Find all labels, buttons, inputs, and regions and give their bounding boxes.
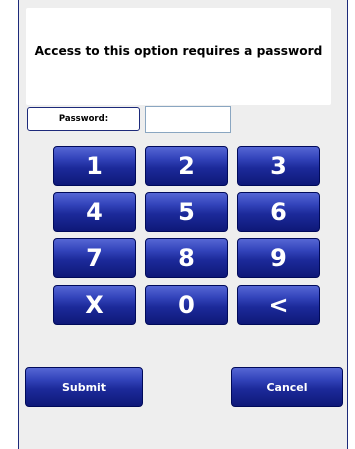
keypad-5-button[interactable]: 5 <box>145 192 228 232</box>
keypad-9-button[interactable]: 9 <box>237 238 320 278</box>
password-required-message: Access to this option requires a passwor… <box>34 44 323 58</box>
cancel-button[interactable]: Cancel <box>231 367 343 407</box>
keypad-clear-button[interactable]: X <box>53 285 136 325</box>
password-input[interactable] <box>145 106 231 133</box>
message-box: Access to this option requires a passwor… <box>26 8 331 105</box>
keypad-2-button[interactable]: 2 <box>145 146 228 186</box>
password-label: Password: <box>27 107 140 131</box>
keypad-8-button[interactable]: 8 <box>145 238 228 278</box>
keypad-4-button[interactable]: 4 <box>53 192 136 232</box>
keypad-6-button[interactable]: 6 <box>237 192 320 232</box>
keypad-3-button[interactable]: 3 <box>237 146 320 186</box>
keypad-0-button[interactable]: 0 <box>145 285 228 325</box>
submit-button[interactable]: Submit <box>25 367 143 407</box>
keypad-1-button[interactable]: 1 <box>53 146 136 186</box>
keypad-7-button[interactable]: 7 <box>53 238 136 278</box>
password-dialog: Access to this option requires a passwor… <box>18 0 348 449</box>
keypad-backspace-button[interactable]: < <box>237 285 320 325</box>
